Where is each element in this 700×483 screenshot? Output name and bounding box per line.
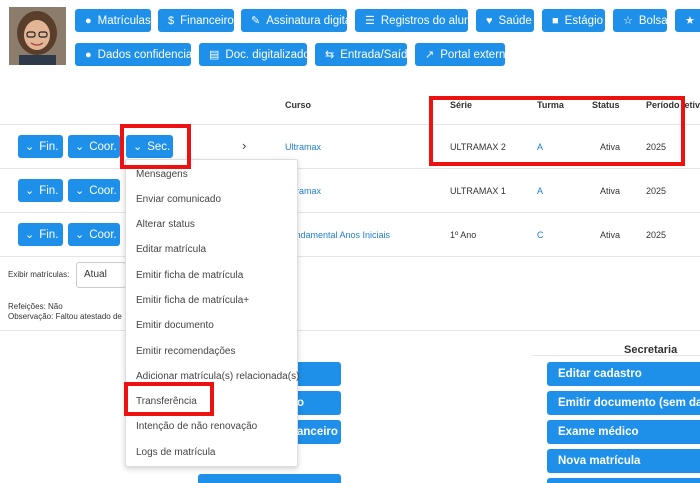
menu-item-logs-matricula[interactable]: Logs de matrícula (136, 447, 216, 458)
financeiro-button[interactable]: $ Financeiro (158, 9, 234, 32)
building-icon: ■ (552, 14, 559, 27)
registros-do-aluno-button[interactable]: ☰ Registros do aluno (355, 9, 468, 32)
assinatura-digital-button[interactable]: ✎ Assinatura digital (241, 9, 347, 32)
menu-item-mensagens[interactable]: Mensagens (136, 169, 188, 180)
student-avatar (9, 7, 66, 65)
menu-item-alterar-status[interactable]: Alterar status (136, 219, 195, 230)
menu-item-emitir-recomendacoes[interactable]: Emitir recomendações (136, 346, 235, 357)
highlight-serie-turma-status (429, 96, 685, 166)
fin-button[interactable]: ⌄ Fin. (18, 223, 63, 246)
editar-cadastro-button[interactable]: Editar cadastro (547, 362, 700, 386)
portal-externo-button[interactable]: ↗ Portal externo (415, 43, 505, 66)
matriculas-filter-select[interactable]: Atual (76, 262, 126, 288)
chevron-down-icon: ⌄ (25, 229, 35, 241)
user-secret-icon: ● (85, 48, 92, 61)
highlight-sec-button (120, 124, 191, 169)
star-icon: ☆ (623, 15, 633, 27)
chevron-down-icon: ⌄ (25, 141, 35, 153)
nova-matricula-button[interactable]: Nova matrícula (547, 449, 700, 473)
status-cell: Ativa (600, 186, 621, 196)
chevron-down-icon: ⌄ (25, 185, 35, 197)
exchange-icon: ⇆ (325, 49, 335, 61)
table-divider (0, 256, 700, 257)
chevron-right-icon[interactable]: › (242, 138, 246, 153)
serie-cell: ULTRAMAX 1 (450, 186, 506, 196)
menu-item-enviar-comunicado[interactable]: Enviar comunicado (136, 194, 221, 205)
dollar-icon: $ (168, 14, 175, 27)
bolsa-button[interactable]: ☆ Bolsa (613, 9, 667, 32)
menu-item-intencao-nao-renovacao[interactable]: Intenção de não renovação (136, 421, 257, 432)
external-link-icon: ↗ (425, 49, 435, 61)
coor-button[interactable]: ⌄ Coor. (68, 223, 120, 246)
refeicoes-text: Refeições: Não (8, 302, 63, 311)
curso-link[interactable]: Ultramax (285, 142, 321, 152)
award-icon: ★ (685, 15, 695, 27)
menu-item-emitir-ficha[interactable]: Emitir ficha de matrícula (136, 270, 243, 281)
menu-item-adicionar-matriculas[interactable]: Adicionar matrícula(s) relacionada(s) (136, 371, 299, 382)
doc-digitalizados-button[interactable]: ▤ Doc. digitalizados (199, 43, 307, 66)
action-button[interactable] (547, 478, 700, 483)
periodo-cell: 2025 (646, 186, 667, 196)
table-divider (0, 212, 700, 213)
menu-item-emitir-documento[interactable]: Emitir documento (136, 320, 214, 331)
fin-button[interactable]: ⌄ Fin. (18, 179, 63, 202)
menu-item-emitir-ficha-plus[interactable]: Emitir ficha de matrícula+ (136, 295, 249, 306)
menu-item-editar-matricula[interactable]: Editar matrícula (136, 244, 206, 255)
estagio-button[interactable]: ■ Estágio (542, 9, 605, 32)
coor-button[interactable]: ⌄ Coor. (68, 179, 120, 202)
entrada-saida-button[interactable]: ⇆ Entrada/Saída (315, 43, 407, 66)
serie-cell: 1º Ano (450, 230, 477, 240)
sec-dropdown-menu: Mensagens Enviar comunicado Alterar stat… (125, 159, 299, 467)
fin-button[interactable]: ⌄ Fin. (18, 135, 63, 158)
chevron-down-icon: ⌄ (75, 185, 85, 197)
saude-button[interactable]: ♥ Saúde (476, 9, 534, 32)
emitir-documento-button[interactable]: Emitir documento (sem dados m (547, 391, 700, 415)
exame-medico-button[interactable]: Exame médico (547, 420, 700, 444)
list-icon: ☰ (365, 15, 375, 27)
coor-button[interactable]: ⌄ Coor. (68, 135, 120, 158)
user-icon: ● (85, 14, 92, 27)
a-button[interactable]: ★A (675, 9, 700, 32)
section-divider (0, 330, 700, 331)
table-divider (0, 168, 700, 169)
header-curso: Curso (285, 100, 312, 110)
highlight-transferencia (124, 382, 214, 416)
filter-label: Exibir matrículas: (8, 270, 70, 279)
observacao-text: Observação: Faltou atestado de (8, 312, 122, 321)
chevron-down-icon: ⌄ (75, 229, 85, 241)
heart-icon: ♥ (486, 14, 493, 27)
chevron-down-icon: ⌄ (75, 141, 85, 153)
turma-link[interactable]: A (537, 186, 543, 196)
action-button[interactable] (198, 474, 341, 483)
periodo-cell: 2025 (646, 230, 667, 240)
curso-link[interactable]: Fundamental Anos Iniciais (285, 230, 390, 240)
status-cell: Ativa (600, 230, 621, 240)
turma-link[interactable]: C (537, 230, 544, 240)
pen-icon: ✎ (251, 15, 261, 27)
secretaria-title: Secretaria (624, 344, 678, 356)
matriculas-button[interactable]: ● Matrículas (75, 9, 151, 32)
dados-confidenciais-button[interactable]: ● Dados confidenciais (75, 43, 191, 66)
document-icon: ▤ (209, 49, 220, 61)
